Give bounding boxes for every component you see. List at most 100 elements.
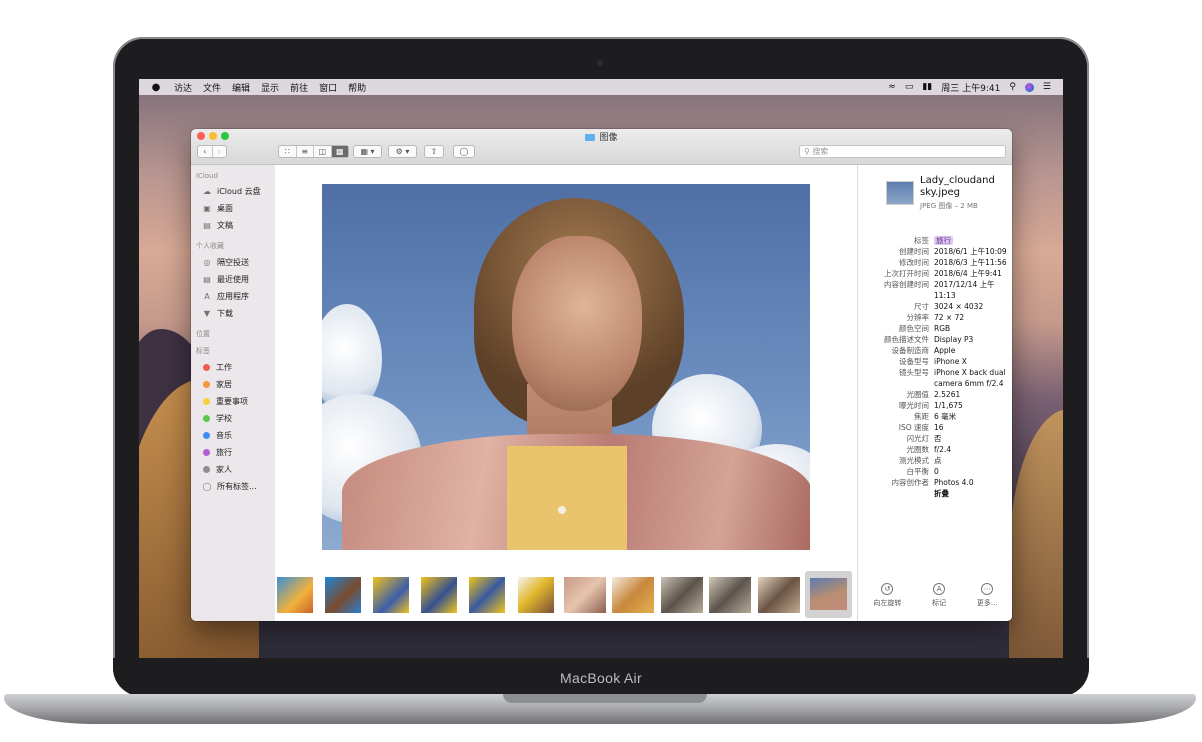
menu-finder[interactable]: 访达 [174, 81, 192, 94]
menu-window[interactable]: 窗口 [319, 81, 337, 94]
thumbnail[interactable] [421, 577, 457, 613]
sidebar-item-downloads[interactable]: ▼ 下载 [191, 305, 275, 322]
airdrop-icon: ◎ [203, 258, 211, 267]
metadata-value-text: 16 [934, 423, 944, 432]
metadata-value: Apple [934, 345, 1012, 356]
sidebar-tag-family[interactable]: 家人 [191, 461, 275, 478]
menu-file[interactable]: 文件 [203, 81, 221, 94]
metadata-value: 2018/6/3 上午11:56 [934, 257, 1012, 268]
metadata-row: 标签 旅行 [858, 235, 1012, 246]
thumbnail[interactable] [469, 577, 505, 613]
sidebar-tag-work[interactable]: 工作 [191, 359, 275, 376]
metadata-key: 设备型号 [899, 357, 929, 366]
thumbnail[interactable] [758, 577, 800, 613]
action-button[interactable]: ⚙ ▾ [388, 145, 417, 158]
inspector-panel: Lady_cloudand sky.jpeg JPEG 图像 – 2 MB 标签… [857, 165, 1012, 621]
menu-view[interactable]: 显示 [261, 81, 279, 94]
menu-go[interactable]: 前往 [290, 81, 308, 94]
title-bar: 图像 ‹ › ∷ ≡ ◫ ▩ ▦ ▾ ⚙ ▾ ⇧ ◯ ⚲ 搜索 [191, 129, 1012, 165]
sidebar-item-applications[interactable]: A 应用程序 [191, 288, 275, 305]
metadata-key: 白平衡 [906, 467, 930, 476]
sidebar-tag-travel[interactable]: 旅行 [191, 444, 275, 461]
metadata-row: 镜头型号 iPhone X back dual camera 6mm f/2.4 [858, 367, 1012, 389]
thumbnail[interactable] [325, 577, 361, 613]
apple-icon[interactable]: ● [149, 82, 163, 93]
more-button[interactable]: ⋯ 更多... [977, 583, 998, 608]
wifi-icon[interactable]: ≈ [888, 82, 896, 92]
forward-button[interactable]: › [213, 146, 227, 157]
list-view-button[interactable]: ≡ [297, 146, 314, 157]
metadata-value-text: iPhone X back dual camera 6mm f/2.4 [934, 368, 1006, 388]
metadata-value[interactable]: 旅行 [934, 235, 1012, 246]
wallpaper-dune-right [1009, 409, 1063, 658]
thumbnail[interactable] [518, 577, 554, 613]
sidebar-all-tags[interactable]: ◯ 所有标签... [191, 478, 275, 495]
metadata-value-text: 6 毫米 [934, 412, 957, 421]
tag-dot [203, 449, 210, 456]
thumbnail-selected[interactable] [805, 571, 852, 618]
sidebar-item-icloud-drive[interactable]: ☁ iCloud 云盘 [191, 183, 275, 200]
metadata-row: 内容创建时间 2017/12/14 上午11:13 [858, 279, 1012, 301]
metadata-key: 镜头型号 [899, 368, 929, 377]
more-icon: ⋯ [981, 583, 994, 595]
metadata-key: 闪光灯 [906, 434, 930, 443]
gallery-view-button[interactable]: ▩ [331, 146, 348, 157]
thumbnail[interactable] [661, 577, 703, 613]
sidebar-item-airdrop[interactable]: ◎ 隔空投送 [191, 254, 275, 271]
thumbnail-strip [275, 569, 857, 621]
icon-view-button[interactable]: ∷ [279, 146, 297, 157]
spotlight-icon[interactable]: ⚲ [1009, 82, 1016, 92]
metadata-value-text: 点 [934, 456, 942, 465]
search-input[interactable]: ⚲ 搜索 [799, 145, 1006, 158]
sidebar-item-desktop[interactable]: ▣ 桌面 [191, 200, 275, 217]
metadata-key: 焦距 [914, 412, 929, 421]
thumbnail[interactable] [277, 577, 313, 613]
battery-icon[interactable]: ▮▮ [922, 82, 932, 92]
laptop-chin: MacBook Air [113, 658, 1089, 696]
metadata-key: 设备制造商 [891, 346, 930, 355]
gallery-preview-image[interactable] [322, 184, 810, 550]
thumbnail[interactable] [373, 577, 409, 613]
tag-button[interactable]: ◯ [453, 145, 475, 158]
column-view-button[interactable]: ◫ [314, 146, 332, 157]
window-title: 图像 [191, 130, 1012, 143]
metadata-row: 创建时间 2018/6/1 上午10:09 [858, 246, 1012, 257]
share-button[interactable]: ⇧ [424, 145, 444, 158]
sidebar-tag-home[interactable]: 家居 [191, 376, 275, 393]
metadata-row: 光圈数 f/2.4 [858, 444, 1012, 455]
back-button[interactable]: ‹ [198, 146, 213, 157]
siri-icon[interactable] [1024, 82, 1034, 92]
metadata-row: 尺寸 3024 × 4032 [858, 301, 1012, 312]
thumbnail[interactable] [709, 577, 751, 613]
metadata-value: 72 × 72 [934, 312, 1012, 323]
metadata-value: 点 [934, 455, 1012, 466]
file-thumbnail [886, 181, 914, 205]
sidebar-item-documents[interactable]: ▤ 文稿 [191, 217, 275, 234]
cloud-icon: ☁ [203, 187, 211, 196]
folder-icon [585, 134, 596, 141]
metadata-value: Display P3 [934, 334, 1012, 345]
clock[interactable]: 周三 上午9:41 [941, 81, 1000, 94]
sidebar-tag-music[interactable]: 音乐 [191, 427, 275, 444]
metadata-value: iPhone X [934, 356, 1012, 367]
collapse-link[interactable]: 折叠 [934, 488, 1012, 499]
sidebar-tag-important[interactable]: 重要事项 [191, 393, 275, 410]
markup-button[interactable]: A 标记 [932, 583, 946, 608]
sidebar-item-recents[interactable]: ▤ 最近使用 [191, 271, 275, 288]
notification-center-icon[interactable]: ☰ [1043, 82, 1051, 92]
metadata-row: 修改时间 2018/6/3 上午11:56 [858, 257, 1012, 268]
rotate-left-button[interactable]: ↺ 向左旋转 [873, 583, 901, 608]
tag-dot [203, 364, 210, 371]
quick-actions: ↺ 向左旋转 A 标记 ⋯ 更多... [858, 583, 1012, 608]
metadata-value: Photos 4.0 [934, 477, 1012, 488]
menu-help[interactable]: 帮助 [348, 81, 366, 94]
airplay-icon[interactable]: ▭ [905, 82, 914, 92]
metadata-value-text: Photos 4.0 [934, 478, 974, 487]
subject-pendant [558, 506, 566, 514]
metadata-value: RGB [934, 323, 1012, 334]
thumbnail[interactable] [564, 577, 606, 613]
menu-edit[interactable]: 编辑 [232, 81, 250, 94]
group-button[interactable]: ▦ ▾ [353, 145, 382, 158]
sidebar-tag-school[interactable]: 学校 [191, 410, 275, 427]
thumbnail[interactable] [612, 577, 654, 613]
